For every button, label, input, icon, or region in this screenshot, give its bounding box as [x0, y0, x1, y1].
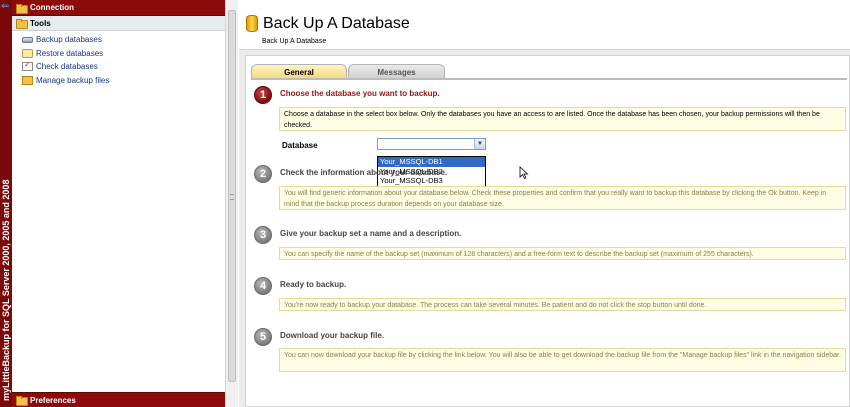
tab-general[interactable]: General	[251, 64, 347, 79]
step-description: Choose a database in the select box belo…	[279, 107, 846, 131]
splitter-grip-icon[interactable]	[230, 194, 234, 200]
database-option[interactable]: Your_MSSQL-DB3	[378, 176, 485, 186]
nav-section-tools[interactable]: Tools	[12, 16, 225, 31]
step-title: Download your backup file.	[280, 331, 385, 340]
dropdown-arrow-icon[interactable]: ▼	[474, 139, 485, 149]
folder-icon	[16, 396, 28, 406]
database-label: Database	[282, 141, 318, 150]
step-number-badge: 1	[254, 86, 272, 104]
mouse-cursor-icon	[519, 166, 529, 179]
nav-item-label: Restore databases	[36, 48, 104, 58]
nav-section-connection-label: Connection	[30, 3, 74, 12]
nav-item-label: Check databases	[36, 62, 98, 72]
files-icon	[22, 75, 33, 85]
brand-sidebar: ⇐ myLittleBackup for SQL Server 2000, 20…	[0, 0, 12, 407]
step-title: Choose the database you want to backup.	[280, 89, 440, 98]
step-title: Give your backup set a name and a descri…	[280, 229, 462, 238]
navigation-sidebar: Connection Tools Backup databases Restor…	[12, 0, 225, 407]
brand-text: myLittleBackup for SQL Server 2000, 2005…	[1, 179, 11, 401]
nav-tools-list: Backup databases Restore databases Check…	[12, 31, 225, 87]
page-header: Back Up A Database Back Up A Database	[239, 0, 850, 50]
step-number-badge: 5	[254, 328, 272, 346]
brand-text-container: myLittleBackup for SQL Server 2000, 2005…	[0, 0, 12, 407]
database-select[interactable]: ▼	[377, 138, 486, 150]
step-number-badge: 2	[254, 165, 272, 183]
step-title: Check the information about your databas…	[280, 168, 447, 177]
nav-section-tools-label: Tools	[30, 18, 51, 28]
page-title: Back Up A Database	[263, 15, 410, 32]
nav-item-restore-databases[interactable]: Restore databases	[12, 47, 225, 61]
database-icon	[246, 15, 258, 32]
step-number-badge: 3	[254, 226, 272, 244]
nav-scrollbar[interactable]	[225, 0, 238, 407]
nav-item-label: Backup databases	[36, 35, 102, 45]
tab-divider	[251, 78, 847, 80]
breadcrumb: Back Up A Database	[262, 38, 327, 45]
nav-section-preferences[interactable]: Preferences	[12, 392, 225, 407]
step-description: You will find generic information about …	[279, 186, 846, 210]
nav-item-backup-databases[interactable]: Backup databases	[12, 33, 225, 47]
step-description: You're now ready to backup your database…	[279, 298, 846, 311]
drive-icon	[22, 36, 33, 43]
folder-open-icon	[16, 19, 28, 29]
nav-item-check-databases[interactable]: Check databases	[12, 60, 225, 74]
step-description: You can now download your backup file by…	[279, 348, 846, 372]
step-number-badge: 4	[254, 277, 272, 295]
nav-item-manage-backup-files[interactable]: Manage backup files	[12, 74, 225, 88]
database-option[interactable]: Your_MSSQL-DB1	[378, 157, 485, 167]
nav-section-connection[interactable]: Connection	[12, 0, 225, 16]
step-title-text: Check the information about your databas…	[280, 168, 448, 177]
step-title: Ready to backup.	[280, 280, 347, 289]
tab-messages[interactable]: Messages	[348, 64, 445, 79]
nav-section-preferences-label: Preferences	[30, 395, 76, 405]
step-description: You can specify the name of the backup s…	[279, 247, 846, 260]
restore-icon	[22, 48, 33, 58]
main-panel: Back Up A Database Back Up A Database Ge…	[239, 0, 850, 407]
folder-icon	[16, 3, 28, 14]
checklist-icon	[22, 60, 33, 72]
content-panel: General Messages 1 Choose the database y…	[245, 55, 850, 407]
nav-item-label: Manage backup files	[36, 75, 110, 85]
